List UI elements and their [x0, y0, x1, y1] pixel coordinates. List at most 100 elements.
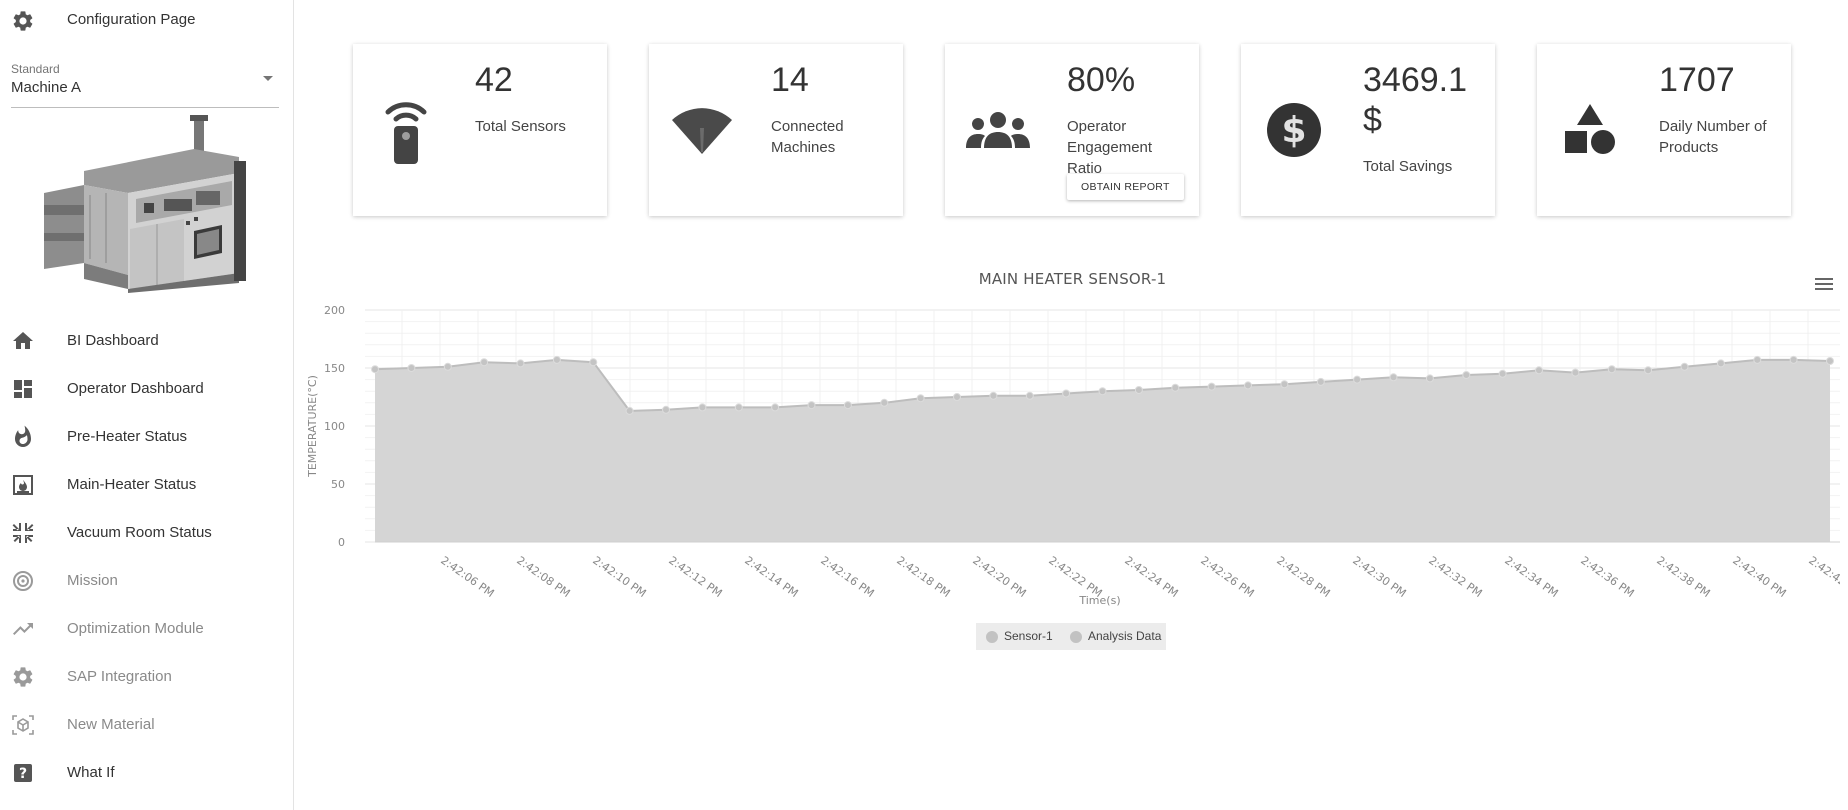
data-point: [698, 403, 707, 412]
cube-scan-icon: [12, 715, 34, 735]
legend-marker: [986, 630, 998, 643]
machine-image: [44, 113, 250, 293]
x-tick-label: 2:42:08 PM: [514, 554, 572, 600]
obtain-report-button[interactable]: OBTAIN REPORT: [1067, 174, 1184, 200]
card-icon-panel: [945, 44, 1051, 216]
data-point: [1789, 355, 1798, 364]
daily-products-value: 1707: [1659, 61, 1735, 99]
svg-text:?: ?: [19, 766, 27, 782]
data-point: [1826, 357, 1834, 365]
x-tick-label: 2:42:18 PM: [894, 554, 952, 600]
chart-title: MAIN HEATER SENSOR-1: [978, 270, 1167, 288]
data-point: [1207, 382, 1216, 391]
data-point: [625, 406, 634, 415]
sidebar-item-label: Vacuum Room Status: [67, 524, 212, 541]
data-point: [443, 362, 452, 371]
connected-machines-value: 14: [771, 61, 809, 99]
sidebar-item-sap-integration[interactable]: SAP Integration: [0, 657, 294, 697]
total-savings-caption: Total Savings: [1363, 158, 1453, 175]
total-sensors-value: 42: [475, 61, 513, 99]
fireplace-icon: [13, 475, 33, 495]
data-point: [953, 393, 961, 401]
chart-menu-icon[interactable]: [1815, 276, 1833, 292]
data-point: [880, 398, 889, 407]
sidebar-item-main-heater-status[interactable]: Main-Heater Status: [0, 465, 294, 505]
sidebar-item-new-material[interactable]: New Material: [0, 705, 294, 745]
x-tick-label: 2:42:34 PM: [1502, 554, 1560, 600]
data-point: [552, 355, 561, 364]
sidebar-item-mission[interactable]: Mission: [0, 561, 294, 601]
x-tick-label: 2:42:16 PM: [818, 554, 876, 600]
data-point: [771, 403, 780, 412]
total-savings-card: $ 3469.1 $ Total Savings: [1241, 44, 1495, 216]
fire-icon: [15, 425, 31, 447]
dollar-icon: $: [1267, 103, 1321, 157]
x-tick-label: 2:42:24 PM: [1122, 554, 1180, 600]
data-point: [1025, 391, 1034, 400]
x-axis-label: Time(s): [1078, 594, 1120, 607]
sidebar-item-pre-heater-status[interactable]: Pre-Heater Status: [0, 417, 294, 457]
legend-item-sensor-1[interactable]: Sensor-1: [986, 629, 1053, 643]
x-tick-label: 2:42:36 PM: [1578, 554, 1636, 600]
remote-icon: [385, 102, 427, 164]
compress-icon: [12, 523, 34, 543]
sidebar-item-vacuum-room-status[interactable]: Vacuum Room Status: [0, 513, 294, 553]
y-tick-label: 50: [331, 478, 345, 491]
gear-icon: [13, 11, 33, 31]
legend-item-analysis-data[interactable]: Analysis Data: [1070, 629, 1161, 643]
legend-marker: [1070, 630, 1082, 643]
machine-select[interactable]: Standard Machine A: [11, 60, 279, 108]
gear-icon: [13, 667, 33, 687]
daily-products-caption: Daily Number of Products: [1659, 118, 1767, 156]
data-point: [1535, 366, 1543, 375]
x-tick-label: 2:42:12 PM: [666, 554, 724, 600]
data-point: [407, 364, 416, 372]
card-icon-panel: [1537, 44, 1643, 216]
sidebar-item-label: Operator Dashboard: [67, 380, 204, 397]
data-point: [1134, 386, 1143, 394]
sidebar-item-operator-dashboard[interactable]: Operator Dashboard: [0, 369, 294, 409]
sidebar-item-bi-dashboard[interactable]: BI Dashboard: [0, 321, 294, 361]
x-tick-label: 2:42:14 PM: [742, 554, 800, 600]
data-point: [1425, 374, 1434, 383]
configuration-page-label: Configuration Page: [67, 11, 196, 28]
trending-up-icon: [13, 623, 33, 635]
sidebar-item-label: Mission: [67, 572, 118, 589]
sidebar-item-label: BI Dashboard: [67, 332, 159, 349]
home-icon: [13, 332, 33, 349]
data-point: [989, 391, 998, 400]
sidebar-item-label: Main-Heater Status: [67, 476, 197, 493]
chart-legend: Sensor-1 Analysis Data: [976, 623, 1166, 650]
y-tick-label: 100: [324, 420, 345, 433]
data-point: [1389, 373, 1398, 382]
sidebar-item-what-if[interactable]: ? What If: [0, 753, 294, 793]
configuration-page-link[interactable]: Configuration Page: [0, 0, 294, 40]
card-icon-panel: [353, 44, 459, 216]
x-tick-label: 2:42:10 PM: [590, 554, 648, 600]
help-icon: ?: [14, 764, 32, 782]
data-point: [1498, 369, 1507, 378]
data-point: [1753, 355, 1762, 364]
operator-engagement-card: 80% Operator Engagement Ratio OBTAIN REP…: [945, 44, 1199, 216]
connected-machines-caption: Connected Machines: [771, 118, 844, 156]
data-point: [1316, 377, 1325, 386]
data-point: [1280, 380, 1289, 389]
data-point: [807, 401, 816, 410]
wifi-alert-icon: [672, 108, 732, 154]
total-savings-value: 3469.1 $: [1363, 61, 1467, 139]
data-point: [734, 403, 743, 412]
data-point: [589, 358, 598, 367]
data-point: [1571, 368, 1580, 377]
y-axis-label: TEMPERATURE(°C): [306, 375, 319, 478]
data-point: [1716, 359, 1725, 368]
sidebar-item-optimization-module[interactable]: Optimization Module: [0, 609, 294, 649]
data-point: [1462, 371, 1471, 379]
data-point: [843, 401, 852, 410]
chevron-down-icon: [263, 76, 273, 81]
data-point: [1607, 365, 1616, 374]
dashboard-icon: [14, 380, 32, 398]
data-point: [480, 358, 489, 367]
temperature-chart: 0 50 100 150 200 2:42:06 PM 2:42:08 PM 2:42:10 …: [306, 304, 1840, 607]
data-point: [662, 405, 670, 414]
sidebar-item-label: What If: [67, 764, 115, 781]
